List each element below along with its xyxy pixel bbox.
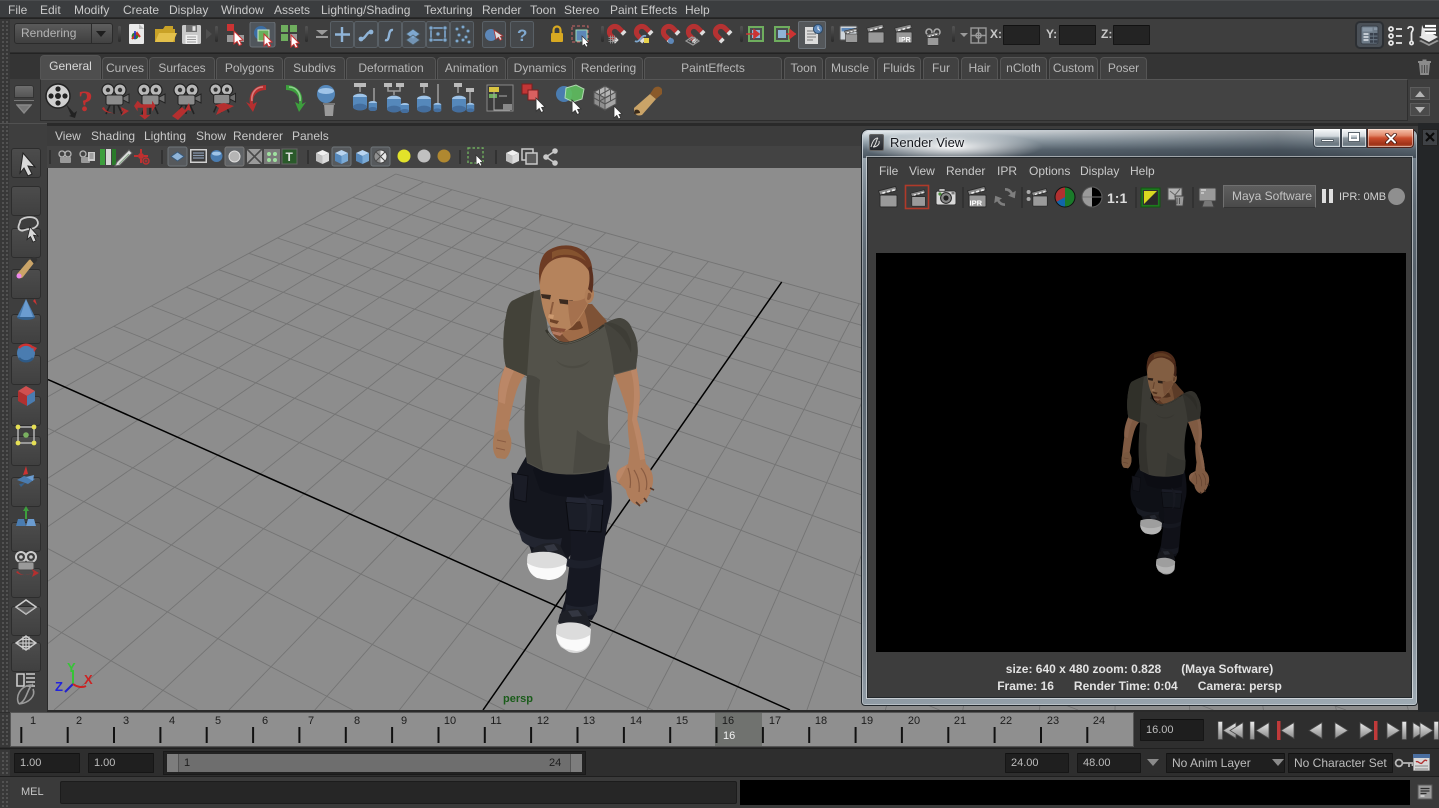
svg-text:18: 18 [815, 715, 827, 727]
svg-text:?: ? [78, 85, 93, 118]
svg-text:1:1: 1:1 [1107, 190, 1127, 206]
svg-text:2: 2 [76, 715, 82, 727]
svg-text:6: 6 [262, 715, 268, 727]
svg-text:3: 3 [123, 715, 129, 727]
svg-text:5: 5 [215, 715, 221, 727]
svg-text:13: 13 [583, 715, 595, 727]
svg-text:20: 20 [908, 715, 920, 727]
svg-text:IPR: IPR [899, 37, 911, 44]
svg-text:8: 8 [354, 715, 360, 727]
svg-text:IPR: IPR [970, 199, 983, 208]
svg-text:Z: Z [55, 679, 63, 694]
svg-text:10: 10 [444, 715, 456, 727]
svg-text:4: 4 [169, 715, 175, 727]
svg-text:T: T [286, 150, 294, 164]
svg-text:Y: Y [67, 660, 76, 675]
svg-text:14: 14 [630, 715, 642, 727]
svg-text:7: 7 [308, 715, 314, 727]
svg-text:1: 1 [30, 715, 36, 727]
svg-text:24: 24 [1093, 715, 1105, 727]
svg-text:?: ? [517, 26, 527, 45]
svg-text:17: 17 [769, 715, 781, 727]
svg-text:19: 19 [861, 715, 873, 727]
svg-text:11: 11 [490, 715, 501, 727]
svg-text:12: 12 [537, 715, 549, 727]
svg-text:persp: persp [503, 693, 533, 705]
svg-text:9: 9 [401, 715, 407, 727]
svg-text:23: 23 [1047, 715, 1059, 727]
svg-text:22: 22 [1000, 715, 1012, 727]
svg-text:21: 21 [954, 715, 966, 727]
svg-text:15: 15 [676, 715, 688, 727]
svg-text:X: X [84, 672, 93, 687]
svg-text:16: 16 [722, 715, 734, 727]
